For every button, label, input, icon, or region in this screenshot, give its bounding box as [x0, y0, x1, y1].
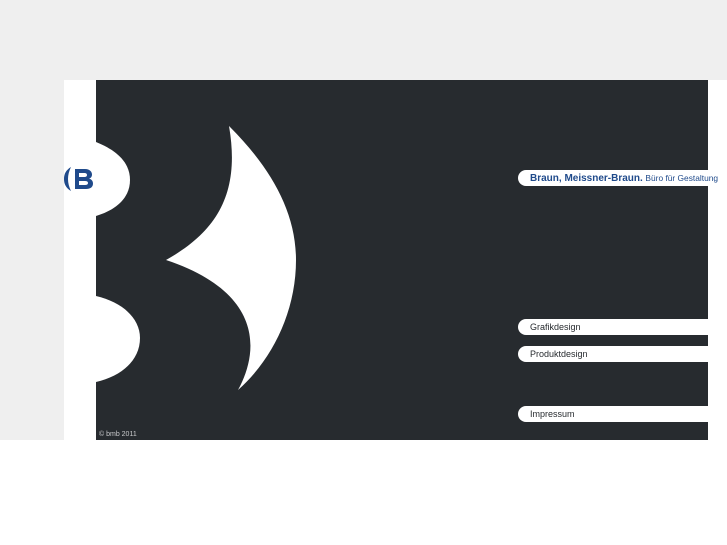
nav-link-impressum[interactable]: Impressum: [518, 406, 727, 422]
bmb-logo-icon[interactable]: [63, 166, 99, 192]
graphic-shapes: [96, 126, 296, 390]
copyright-text: © bmb 2011: [99, 431, 137, 438]
brand-banner[interactable]: Braun, Meissner-Braun. Büro für Gestaltu…: [518, 170, 727, 186]
nav-link-grafikdesign[interactable]: Grafikdesign: [518, 319, 727, 335]
crescent-shape: [166, 126, 296, 390]
brand-tagline: Büro für Gestaltung: [645, 173, 719, 183]
nav-link-produktdesign[interactable]: Produktdesign: [518, 346, 727, 362]
brand-name: Braun, Meissner-Braun.: [530, 173, 643, 184]
logo-bump-bottom: [96, 296, 140, 382]
logo-bump-top: [96, 142, 130, 216]
